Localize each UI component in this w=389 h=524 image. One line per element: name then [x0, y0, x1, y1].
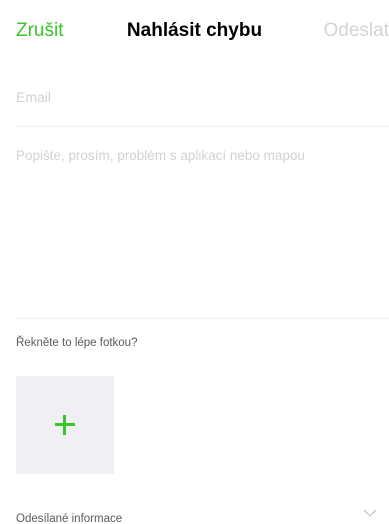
description-divider — [16, 318, 389, 319]
send-button[interactable]: Odeslat — [324, 20, 389, 42]
email-divider — [16, 126, 389, 127]
sent-info-label: Odesílané informace — [16, 513, 123, 524]
add-photo-button[interactable] — [16, 376, 114, 474]
navigation-bar: Zrušit Nahlásit chybu Odeslat — [0, 0, 389, 66]
problem-description-field[interactable] — [16, 148, 389, 298]
sent-info-row[interactable]: Odesílané informace — [0, 500, 389, 524]
chevron-down-icon — [363, 509, 377, 517]
email-field[interactable] — [16, 70, 386, 124]
photo-section-label: Řekněte to lépe fotkou? — [16, 337, 138, 349]
report-bug-screen: Zrušit Nahlásit chybu Odeslat Řekněte to… — [0, 0, 389, 524]
